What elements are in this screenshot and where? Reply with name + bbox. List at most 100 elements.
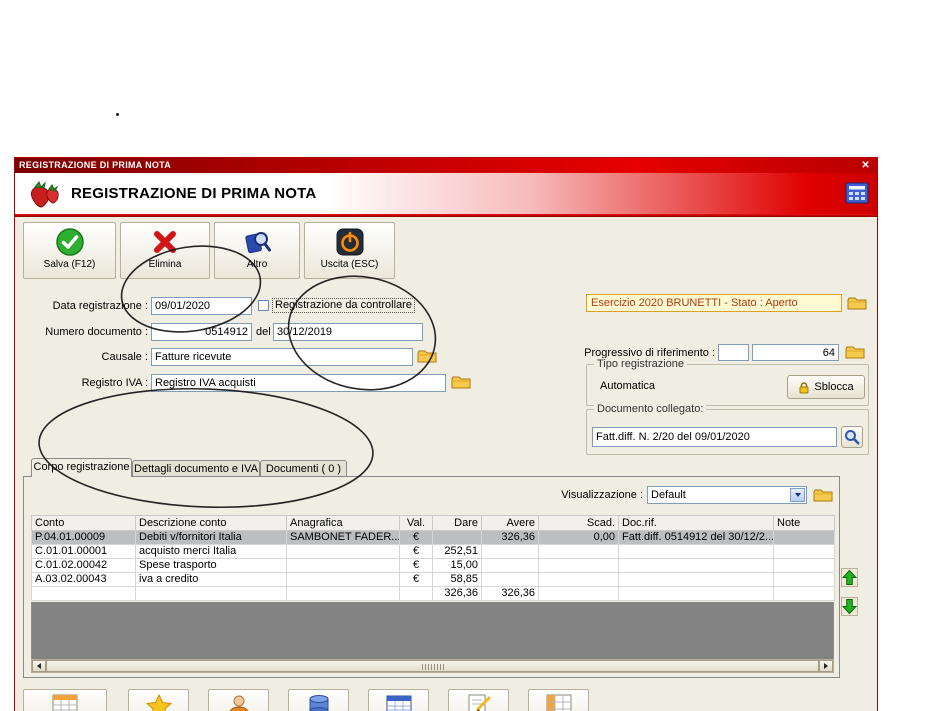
bottom-database-button[interactable]	[288, 689, 349, 711]
altro-button[interactable]: Altro	[214, 222, 300, 279]
visualizzazione-folder-icon[interactable]	[813, 487, 833, 503]
causale-input[interactable]	[151, 348, 413, 366]
cell-conto[interactable]: C.01.01.00001	[31, 544, 136, 559]
cell-dare[interactable]: 252,51	[432, 544, 482, 559]
tab-corpo-registrazione[interactable]: Corpo registrazione	[31, 458, 132, 477]
documento-data-input[interactable]	[273, 323, 423, 341]
scroll-left-button[interactable]	[32, 660, 46, 672]
cell-note[interactable]	[773, 558, 835, 573]
col-dare[interactable]: Dare	[432, 515, 482, 531]
table-row[interactable]: P.04.01.00009 Debiti v/fornitori Italia …	[31, 530, 835, 545]
col-anagrafica[interactable]: Anagrafica	[286, 515, 400, 531]
sblocca-button[interactable]: Sblocca	[787, 375, 865, 399]
data-registrazione-input[interactable]	[151, 297, 252, 315]
tab-label: Dettagli documento e IVA	[134, 463, 258, 475]
cell-dare[interactable]: 15,00	[432, 558, 482, 573]
col-avere[interactable]: Avere	[481, 515, 539, 531]
close-button[interactable]: ✕	[861, 158, 870, 173]
bottom-edit-document-button[interactable]	[448, 689, 509, 711]
col-descrizione[interactable]: Descrizione conto	[135, 515, 287, 531]
move-row-up-button[interactable]	[841, 568, 858, 587]
registrazione-da-controllare-label[interactable]: Registrazione da controllare	[272, 298, 415, 313]
cell-conto[interactable]: P.04.01.00009	[31, 530, 136, 545]
cell-scad[interactable]	[538, 572, 619, 587]
cell-anagrafica[interactable]	[286, 544, 400, 559]
bottom-favorites-button[interactable]	[128, 689, 189, 711]
cell-note[interactable]	[773, 572, 835, 587]
totals-row: 326,36 326,36	[31, 586, 835, 601]
save-button[interactable]: Salva (F12)	[23, 222, 116, 279]
delete-button[interactable]: Elimina	[120, 222, 210, 279]
registrations-table[interactable]: Conto Descrizione conto Anagrafica Val. …	[31, 515, 835, 601]
window-titlebar[interactable]: REGISTRAZIONE DI PRIMA NOTA ✕	[15, 158, 877, 173]
table-row[interactable]: A.03.02.00043 iva a credito € 58,85	[31, 572, 835, 587]
cell-docrif[interactable]	[618, 544, 774, 559]
table-row[interactable]: C.01.01.00001 acquisto merci Italia € 25…	[31, 544, 835, 559]
horizontal-scrollbar[interactable]	[31, 659, 834, 673]
chevron-down-icon[interactable]	[790, 488, 805, 502]
causale-folder-icon[interactable]	[417, 348, 437, 364]
spreadsheet-icon	[52, 694, 78, 711]
registro-iva-input[interactable]	[151, 374, 446, 392]
registro-iva-folder-icon[interactable]	[451, 374, 471, 390]
cell-descrizione[interactable]: Spese trasporto	[135, 558, 287, 573]
cell-val[interactable]: €	[399, 558, 433, 573]
cell-docrif[interactable]: Fatt.diff. 0514912 del 30/12/2...	[618, 530, 774, 545]
col-conto[interactable]: Conto	[31, 515, 136, 531]
progressivo-numero-input[interactable]	[752, 344, 839, 361]
calculator-icon[interactable]	[845, 182, 869, 204]
documento-collegato-search-button[interactable]	[841, 426, 863, 448]
cell-docrif[interactable]	[618, 572, 774, 587]
cell-val[interactable]: €	[399, 530, 433, 545]
tab-dettagli-documento-iva[interactable]: Dettagli documento e IVA	[132, 460, 260, 477]
registrazione-da-controllare-checkbox[interactable]	[258, 300, 269, 311]
cell-val[interactable]: €	[399, 544, 433, 559]
stray-dot	[116, 113, 119, 116]
delete-x-icon	[154, 231, 176, 253]
cell-dare[interactable]: 58,85	[432, 572, 482, 587]
cell-descrizione[interactable]: acquisto merci Italia	[135, 544, 287, 559]
cell-avere[interactable]	[481, 558, 539, 573]
cell-note[interactable]	[773, 544, 835, 559]
visualizzazione-select[interactable]: Default	[647, 486, 807, 504]
cell-empty	[31, 586, 136, 601]
esercizio-folder-icon[interactable]	[847, 295, 867, 311]
numero-documento-input[interactable]	[151, 323, 252, 341]
progressivo-serie-input[interactable]	[718, 344, 749, 361]
header-divider	[15, 214, 877, 217]
bottom-grid-button[interactable]	[528, 689, 589, 711]
cell-scad[interactable]	[538, 558, 619, 573]
cell-conto[interactable]: C.01.02.00042	[31, 558, 136, 573]
cell-descrizione[interactable]: Debiti v/fornitori Italia	[135, 530, 287, 545]
cell-anagrafica[interactable]	[286, 572, 400, 587]
bottom-user-button[interactable]	[208, 689, 269, 711]
cell-note[interactable]	[773, 530, 835, 545]
cell-scad[interactable]	[538, 544, 619, 559]
cell-descrizione[interactable]: iva a credito	[135, 572, 287, 587]
cell-dare[interactable]	[432, 530, 482, 545]
documento-collegato-input[interactable]	[592, 427, 837, 447]
exit-button[interactable]: Uscita (ESC)	[304, 222, 395, 279]
cell-scad[interactable]: 0,00	[538, 530, 619, 545]
cell-anagrafica[interactable]	[286, 558, 400, 573]
move-row-down-button[interactable]	[841, 597, 858, 616]
cell-avere[interactable]	[481, 572, 539, 587]
scrollbar-thumb[interactable]	[46, 660, 819, 672]
cell-avere[interactable]: 326,36	[481, 530, 539, 545]
cell-val[interactable]: €	[399, 572, 433, 587]
col-scad[interactable]: Scad.	[538, 515, 619, 531]
col-docrif[interactable]: Doc.rif.	[618, 515, 774, 531]
cell-docrif[interactable]	[618, 558, 774, 573]
tab-documenti[interactable]: Documenti ( 0 )	[260, 460, 347, 477]
col-val[interactable]: Val.	[399, 515, 433, 531]
cell-avere[interactable]	[481, 544, 539, 559]
col-note[interactable]: Note	[773, 515, 835, 531]
table-row[interactable]: C.01.02.00042 Spese trasporto € 15,00	[31, 558, 835, 573]
bottom-spreadsheet-button[interactable]	[23, 689, 107, 711]
cell-anagrafica[interactable]: SAMBONET FADER...	[286, 530, 400, 545]
strawberry-icon	[30, 181, 59, 208]
bottom-calendar-button[interactable]	[368, 689, 429, 711]
progressivo-folder-icon[interactable]	[845, 344, 865, 360]
scroll-right-button[interactable]	[819, 660, 833, 672]
cell-conto[interactable]: A.03.02.00043	[31, 572, 136, 587]
